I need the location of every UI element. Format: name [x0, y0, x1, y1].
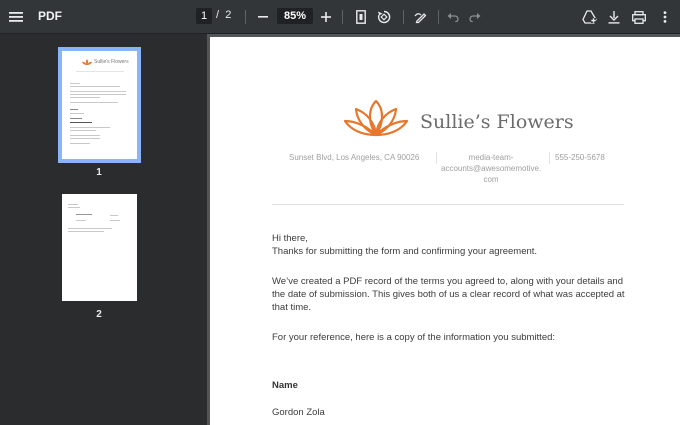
menu-icon[interactable]	[8, 9, 24, 25]
email-line: com	[483, 175, 499, 184]
annotate-pen-icon[interactable]	[412, 8, 430, 26]
toolbar: PDF 1 / 2 85%	[0, 0, 680, 34]
company-phone: 555-250-5678	[555, 153, 605, 162]
rotate-icon[interactable]	[375, 8, 393, 26]
email-line: media-team-	[468, 153, 514, 162]
thumbnail-label: 1	[96, 167, 102, 178]
pdf-viewer: PDF 1 / 2 85% Sullie's Flowers 1 2 Sulli…	[0, 0, 680, 425]
thumbnail-line	[70, 86, 120, 87]
zoom-in-icon[interactable]	[318, 9, 334, 25]
thumbnail-sidebar: Sullie's Flowers 1 2	[0, 34, 207, 425]
company-address: Sunset Blvd, Los Angeles, CA 90026	[289, 153, 420, 162]
thumbnail-line	[70, 102, 118, 103]
company-email: media-team- accounts@awesomemotive. com	[441, 152, 541, 185]
thumbnail-brand: Sullie's Flowers	[94, 59, 129, 65]
thumbnail-line	[70, 83, 80, 84]
pdf-page: Sullie’s Flowers Sunset Blvd, Los Angele…	[210, 37, 680, 425]
thumbnail-line	[70, 127, 110, 128]
more-options-icon[interactable]	[657, 8, 673, 26]
thumbnail-line	[110, 220, 120, 221]
thumbnail-line	[70, 122, 92, 123]
thumbnail-line	[70, 113, 84, 114]
thumbnail-line	[70, 97, 100, 98]
document-viewport[interactable]: Sullie’s Flowers Sunset Blvd, Los Angele…	[207, 34, 680, 425]
thumbnail-line	[68, 228, 112, 229]
print-icon[interactable]	[630, 8, 648, 26]
save-to-drive-icon[interactable]	[580, 8, 598, 26]
page-thumbnail-1[interactable]: Sullie's Flowers	[58, 47, 141, 163]
thumbnail-line	[68, 207, 80, 208]
toolbar-divider	[403, 10, 404, 24]
greeting: Hi there,	[272, 233, 308, 244]
total-pages: 2	[225, 9, 232, 21]
field-value-name: Gordon Zola	[272, 407, 325, 418]
toolbar-divider	[438, 10, 439, 24]
thumbnail-line	[68, 231, 104, 232]
thumbnail-logo-icon	[82, 59, 92, 65]
thumbnail-line	[70, 94, 126, 95]
download-icon[interactable]	[605, 8, 623, 26]
undo-icon[interactable]	[445, 9, 461, 25]
reference-paragraph: For your reference, here is a copy of th…	[272, 332, 556, 343]
toolbar-divider	[245, 10, 246, 24]
thumbnail-line	[70, 118, 82, 119]
thumbnail-line	[70, 138, 100, 139]
field-label-name: Name	[272, 380, 298, 391]
thumbnail-line	[70, 143, 90, 144]
thumbnail-line	[70, 130, 96, 131]
document-title: PDF	[38, 9, 62, 23]
page-thumbnail-2[interactable]	[62, 194, 137, 301]
page-count: / 2	[216, 9, 231, 21]
thumbnail-line	[70, 109, 78, 110]
thanks-text: Thanks for submitting the form and confi…	[272, 246, 538, 257]
contact-divider	[549, 152, 550, 164]
thumbnail-line	[76, 214, 92, 215]
thumbnail-line	[76, 220, 86, 221]
thumbnail-line	[70, 135, 100, 136]
record-paragraph: We’ve created a PDF record of the terms …	[272, 276, 625, 313]
contact-divider	[436, 152, 437, 164]
brand-name: Sullie’s Flowers	[420, 111, 574, 133]
redo-icon[interactable]	[467, 9, 483, 25]
toolbar-divider	[342, 10, 343, 24]
lotus-logo-icon	[343, 99, 409, 137]
thumbnail-label: 2	[96, 309, 102, 320]
thumbnail-line	[70, 91, 126, 92]
zoom-out-icon[interactable]	[255, 9, 271, 25]
thumbnail-line	[68, 204, 78, 205]
fit-page-icon[interactable]	[353, 8, 369, 26]
page-number-input[interactable]: 1	[196, 8, 212, 24]
email-line: accounts@awesomemotive.	[441, 164, 542, 173]
thumbnail-line	[110, 215, 118, 216]
thumbnail-line	[76, 71, 124, 72]
zoom-input[interactable]: 85%	[277, 8, 313, 24]
header-divider	[272, 204, 624, 205]
page-separator: /	[216, 9, 220, 21]
